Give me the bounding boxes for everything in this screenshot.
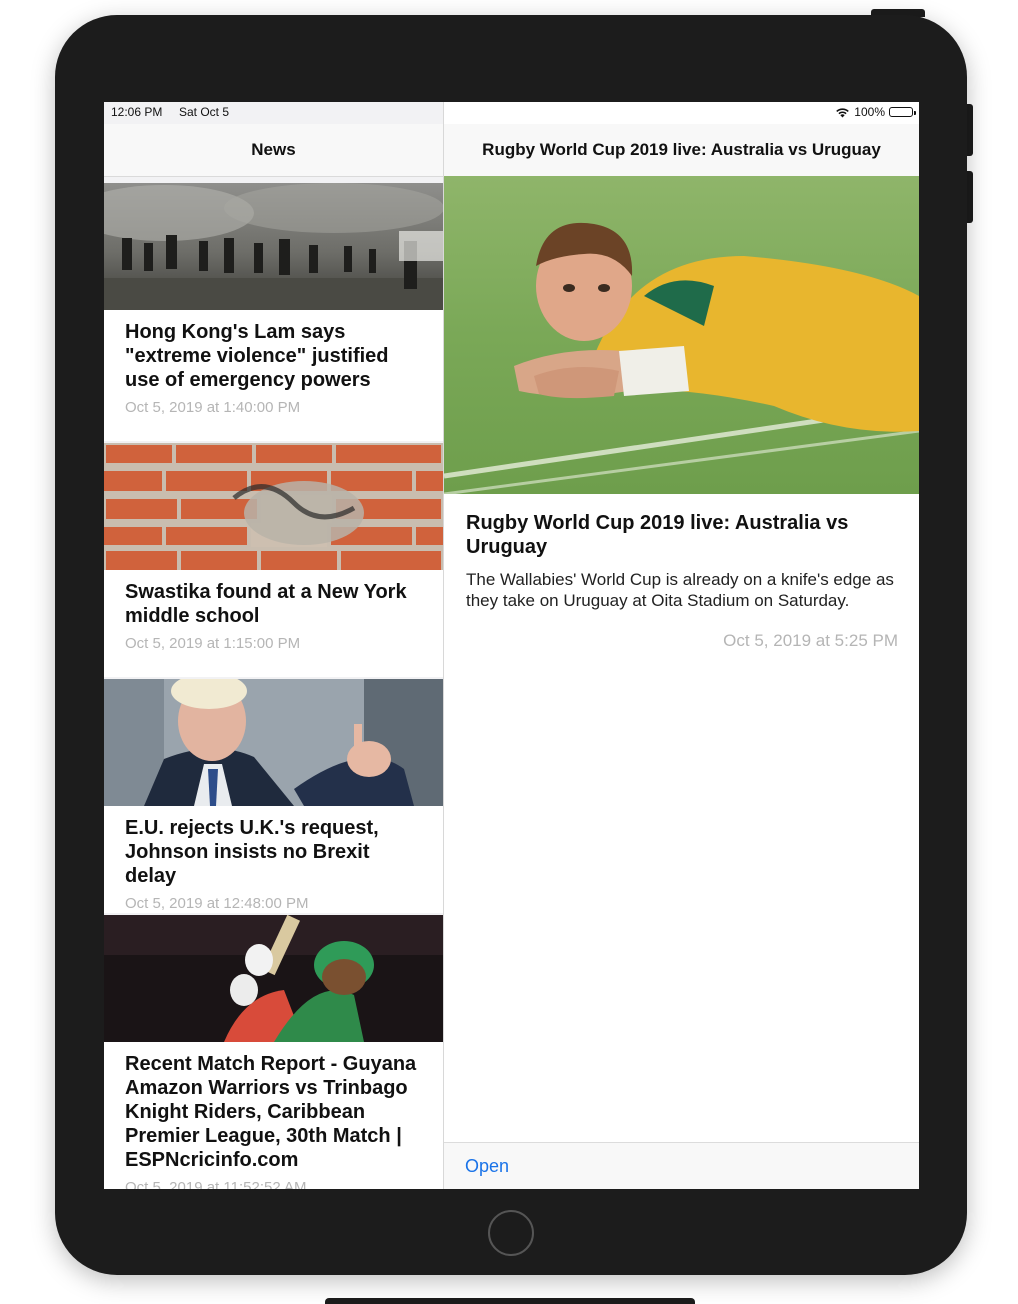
article-image-brick-wall — [104, 443, 443, 570]
article-image-riot — [104, 183, 443, 310]
list-item[interactable]: E.U. rejects U.K.'s request, Johnson ins… — [104, 679, 443, 913]
detail-title: Rugby World Cup 2019 live: Australia vs … — [466, 512, 849, 558]
detail-toolbar: Open — [444, 1142, 919, 1189]
detail-pane: Rugby World Cup 2019 live: Australia vs … — [444, 176, 919, 1189]
article-title: Recent Match Report - Guyana Amazon Warr… — [125, 1053, 417, 1171]
article-title: Hong Kong's Lam says "extreme violence" … — [125, 321, 389, 391]
article-title: E.U. rejects U.K.'s request, Johnson ins… — [125, 817, 379, 887]
detail-nav-title: Rugby World Cup 2019 live: Australia vs … — [482, 140, 881, 159]
news-list[interactable]: Hong Kong's Lam says "extreme violence" … — [104, 183, 443, 1189]
wifi-icon — [836, 107, 850, 117]
detail-hero-image — [444, 176, 919, 494]
master-pane: News Hong Kong's Lam says "extreme viole… — [104, 102, 443, 1189]
status-time: 12:06 PM — [111, 105, 163, 119]
article-date: Oct 5, 2019 at 1:15:00 PM — [125, 635, 301, 652]
device-shadow-bar — [325, 1298, 695, 1304]
article-title: Swastika found at a New York middle scho… — [125, 581, 407, 627]
status-indicators: 100% — [835, 105, 916, 119]
battery-percent: 100% — [854, 105, 885, 119]
list-item[interactable]: Recent Match Report - Guyana Amazon Warr… — [104, 915, 443, 1189]
master-navigation-bar: News — [104, 124, 443, 177]
detail-date: Oct 5, 2019 at 5:25 PM — [723, 631, 898, 650]
status-date: Sat Oct 5 — [179, 105, 230, 119]
article-image-cricket — [104, 915, 443, 1042]
detail-navigation-bar: Rugby World Cup 2019 live: Australia vs … — [444, 124, 919, 177]
list-item[interactable]: Hong Kong's Lam says "extreme violence" … — [104, 183, 443, 441]
detail-summary: The Wallabies' World Cup is already on a… — [466, 570, 894, 610]
master-nav-title: News — [251, 140, 296, 159]
battery-icon — [889, 107, 916, 117]
home-button[interactable] — [488, 1210, 534, 1256]
open-button[interactable]: Open — [465, 1156, 509, 1177]
screen: News Hong Kong's Lam says "extreme viole… — [104, 102, 919, 1189]
article-date: Oct 5, 2019 at 12:48:00 PM — [125, 895, 309, 912]
list-item[interactable]: Swastika found at a New York middle scho… — [104, 443, 443, 677]
article-image-politician — [104, 679, 443, 806]
article-date: Oct 5, 2019 at 11:52:52 AM — [125, 1179, 307, 1189]
status-bar: 12:06 PM Sat Oct 5 100% — [104, 102, 919, 124]
article-date: Oct 5, 2019 at 1:40:00 PM — [125, 399, 301, 416]
